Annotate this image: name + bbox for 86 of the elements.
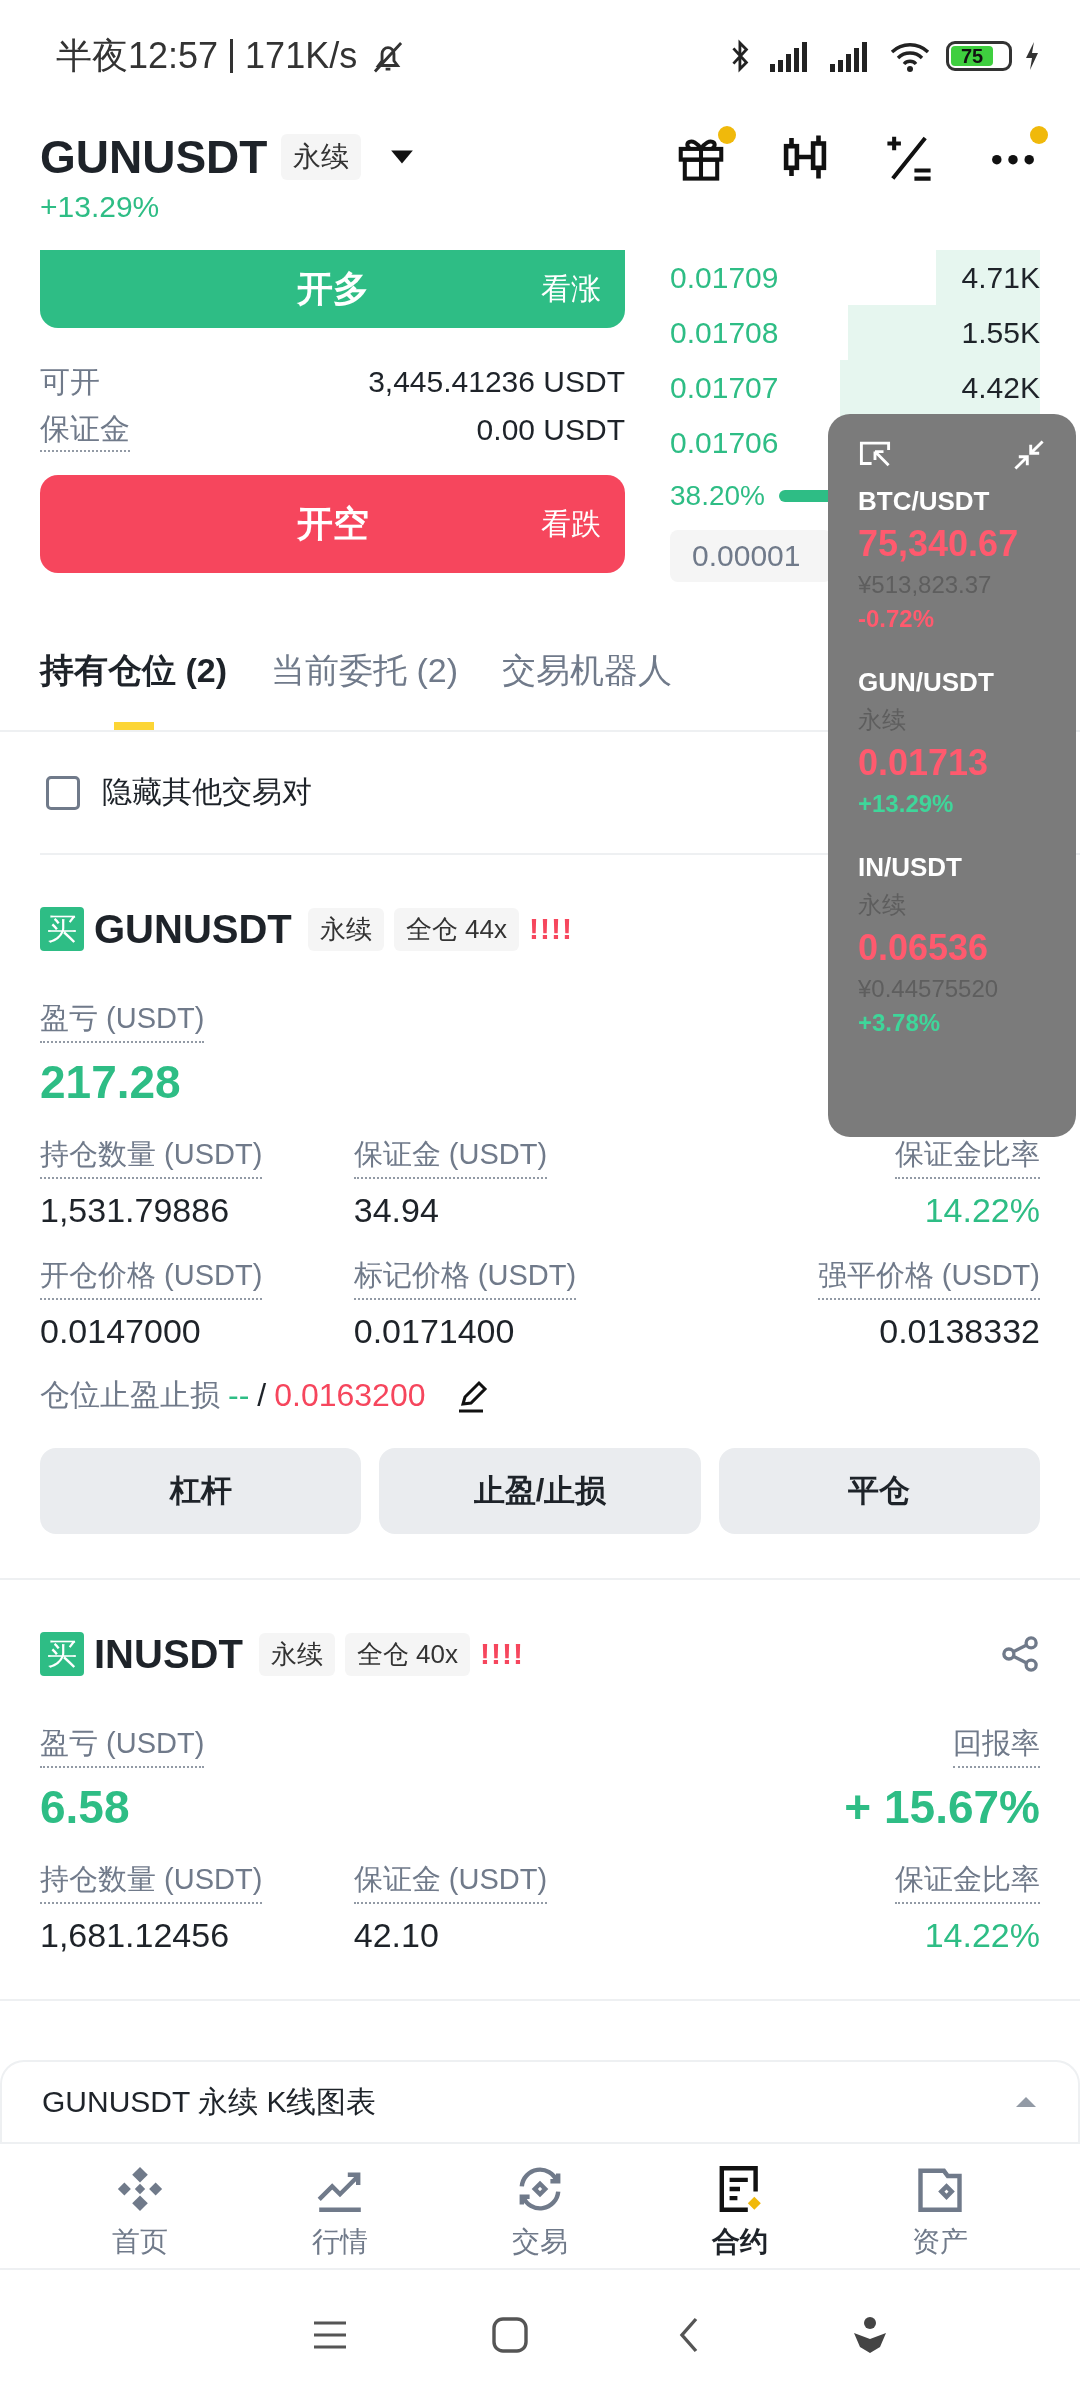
field-value: 1,531.79886 bbox=[40, 1191, 230, 1230]
ticker-price: 0.06536 bbox=[858, 927, 989, 969]
bid-amount: 4.71K bbox=[961, 260, 1040, 295]
bid-price[interactable]: 0.01709 bbox=[670, 260, 779, 295]
price-change: +13.29% bbox=[40, 190, 161, 224]
network-speed: 171K/s bbox=[245, 35, 358, 77]
open-short-button[interactable]: 开空 看跌 bbox=[40, 475, 625, 573]
pnl-label: 盈亏 (USDT) bbox=[40, 999, 205, 1043]
position-action-button[interactable]: 杠杆 bbox=[40, 1448, 362, 1534]
tpsl-label: 仓位止盈止损 bbox=[40, 1377, 220, 1413]
ticker-pair: IN/USDT bbox=[858, 852, 962, 883]
take-profit-value: -- bbox=[228, 1377, 250, 1414]
share-icon[interactable] bbox=[1000, 1634, 1040, 1674]
charging-icon bbox=[1024, 41, 1040, 71]
position-action-button[interactable]: 止盈/止损 bbox=[379, 1448, 701, 1534]
battery-level: 75 bbox=[951, 46, 993, 66]
bid-price[interactable]: 0.01707 bbox=[670, 370, 779, 405]
nav-tab[interactable]: 资产 bbox=[865, 2162, 1015, 2268]
field-value: 1,681.12456 bbox=[40, 1916, 230, 1955]
field-value: 14.22% bbox=[924, 1191, 1040, 1230]
position-symbol[interactable]: GUNUSDT bbox=[94, 906, 292, 952]
nav-tab[interactable]: 交易 bbox=[465, 2162, 615, 2268]
stop-loss-value: 0.0163200 bbox=[274, 1377, 426, 1414]
field-label: 保证金 (USDT) bbox=[353, 1135, 548, 1179]
field-value: 34.94 bbox=[353, 1191, 439, 1230]
nav-tab[interactable]: 首页 bbox=[65, 2162, 215, 2268]
open-long-button[interactable]: 开多 看涨 bbox=[40, 250, 625, 328]
buy-ratio: 38.20% bbox=[670, 480, 765, 512]
pnl-label: 盈亏 (USDT) bbox=[40, 1724, 205, 1768]
nav-tab[interactable]: 合约 bbox=[665, 2162, 815, 2268]
field-label: 保证金比率 bbox=[895, 1860, 1040, 1904]
field-value: 0.0138332 bbox=[879, 1312, 1040, 1351]
bid-price[interactable]: 0.01706 bbox=[670, 425, 779, 460]
position-tag: 永续 bbox=[307, 907, 384, 951]
field-value: 14.22% bbox=[924, 1916, 1040, 1955]
field-label: 持仓数量 (USDT) bbox=[40, 1135, 263, 1179]
ticker-change: +13.29% bbox=[858, 790, 954, 818]
ticker-pair: GUN/USDT bbox=[858, 667, 994, 698]
bid-price[interactable]: 0.01708 bbox=[670, 315, 779, 350]
position-tab[interactable]: 交易机器人 bbox=[502, 626, 672, 730]
position-symbol[interactable]: INUSDT bbox=[94, 1631, 243, 1677]
buy-badge: 买 bbox=[40, 1632, 84, 1676]
roi-label: 回报率 bbox=[953, 1724, 1040, 1768]
position-action-button[interactable]: 平仓 bbox=[718, 1448, 1040, 1534]
home-square-icon[interactable] bbox=[490, 2315, 530, 2355]
field-value: 0.0171400 bbox=[353, 1312, 515, 1351]
kline-chart-bar[interactable]: GUNUSDT 永续 K线图表 bbox=[42, 2081, 377, 2123]
roi-value: + 15.67% bbox=[844, 1780, 1040, 1834]
status-time: 半夜12:57 bbox=[56, 33, 219, 78]
ticker-pair: BTC/USDT bbox=[858, 486, 990, 517]
checkbox-label: 隐藏其他交易对 bbox=[102, 774, 312, 810]
risk-indicator: !!!! bbox=[528, 912, 573, 946]
collapse-icon[interactable] bbox=[1012, 438, 1046, 472]
position-tab[interactable]: 当前委托 (2) bbox=[271, 626, 458, 730]
position-tag: 全仓 40x bbox=[344, 1632, 471, 1676]
ticker-price: 0.01713 bbox=[858, 742, 989, 784]
risk-indicator: !!!! bbox=[480, 1637, 524, 1671]
buy-badge: 买 bbox=[40, 907, 84, 951]
contract-tag: 永续 bbox=[281, 134, 362, 180]
pnl-value: 217.28 bbox=[40, 1055, 181, 1109]
nav-tab[interactable]: 行情 bbox=[265, 2162, 415, 2268]
account-value: 3,445.41236 USDT bbox=[368, 365, 625, 399]
status-separator bbox=[230, 39, 234, 73]
position-tag: 永续 bbox=[258, 1632, 335, 1676]
field-value: 0.0147000 bbox=[40, 1312, 201, 1351]
account-label: 保证金 bbox=[40, 408, 130, 452]
field-label: 标记价格 (USDT) bbox=[353, 1256, 577, 1300]
account-value: 0.00 USDT bbox=[476, 413, 625, 447]
ticker-change: +3.78% bbox=[858, 1009, 941, 1037]
bid-amount: 1.55K bbox=[961, 315, 1040, 350]
checkbox[interactable] bbox=[46, 775, 80, 810]
field-value: 42.10 bbox=[353, 1916, 439, 1955]
field-label: 开仓价格 (USDT) bbox=[40, 1256, 263, 1300]
pnl-value: 6.58 bbox=[40, 1780, 130, 1834]
tpsl-separator: / bbox=[257, 1377, 267, 1414]
account-label: 可开 bbox=[40, 363, 100, 400]
ticker-change: -0.72% bbox=[858, 605, 935, 633]
position-tag: 全仓 44x bbox=[393, 907, 519, 951]
field-label: 保证金 (USDT) bbox=[353, 1860, 548, 1904]
caret-up-icon[interactable] bbox=[1014, 2095, 1038, 2109]
ticker-price: 75,340.67 bbox=[858, 523, 1019, 565]
bid-amount: 4.42K bbox=[961, 370, 1040, 405]
symbol-title[interactable]: GUNUSDT bbox=[40, 130, 268, 184]
position-tab[interactable]: 持有仓位 (2) bbox=[40, 626, 227, 730]
field-label: 持仓数量 (USDT) bbox=[40, 1860, 263, 1904]
field-label: 强平价格 (USDT) bbox=[817, 1256, 1040, 1300]
